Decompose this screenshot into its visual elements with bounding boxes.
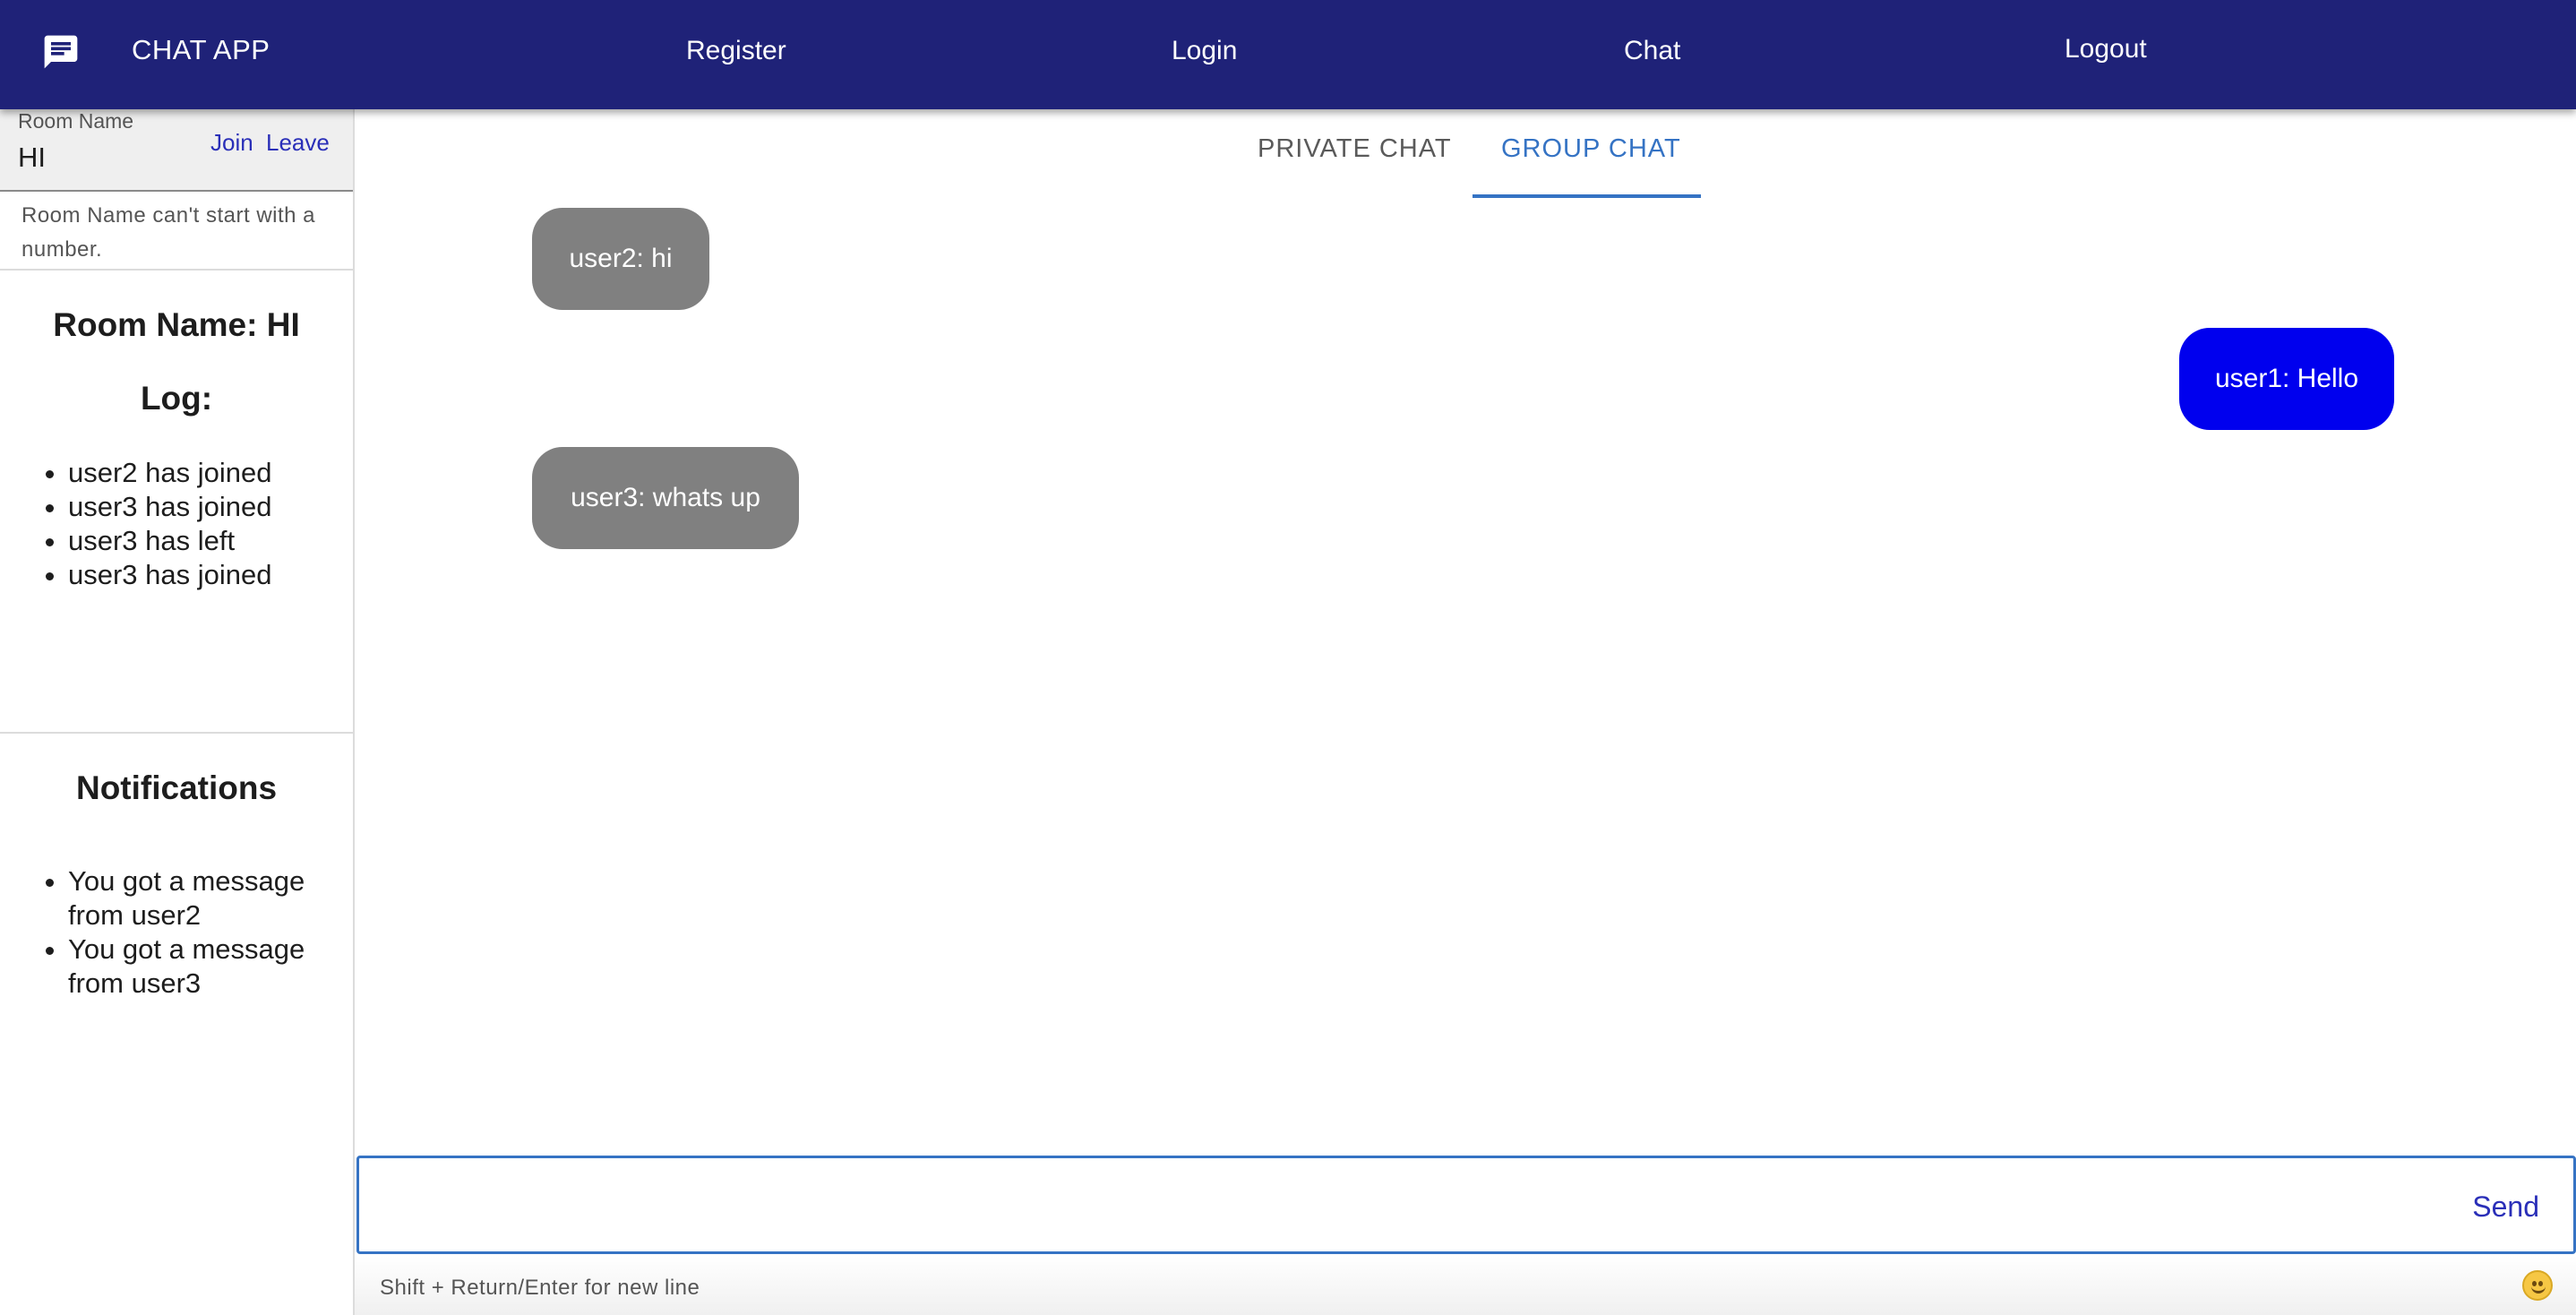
notifications-list: You got a message from user2 You got a m…	[68, 864, 337, 1001]
room-name-input[interactable]: HI	[18, 142, 46, 174]
send-button[interactable]: Send	[2472, 1190, 2539, 1224]
notification-item: You got a message from user2	[68, 864, 337, 933]
tab-private-chat[interactable]: PRIVATE CHAT	[1258, 134, 1452, 164]
nav-login-link[interactable]: Login	[1172, 36, 1237, 66]
smiley-icon[interactable]	[2522, 1270, 2553, 1301]
message-bubble-incoming: user2: hi	[532, 208, 709, 310]
log-heading: Log:	[140, 380, 213, 417]
active-tab-indicator	[1473, 194, 1701, 198]
tab-group-chat[interactable]: GROUP CHAT	[1501, 134, 1681, 164]
nav-register-link[interactable]: Register	[686, 36, 786, 66]
log-item: user3 has joined	[68, 558, 337, 592]
new-line-hint: Shift + Return/Enter for new line	[380, 1276, 700, 1300]
room-name-label: Room Name	[18, 109, 134, 133]
divider	[0, 269, 353, 271]
log-item: user3 has left	[68, 524, 337, 558]
message-bubble-outgoing: user1: Hello	[2179, 328, 2394, 430]
notification-item: You got a message from user3	[68, 933, 337, 1001]
app-bar: CHAT APP Register Login Chat Logout	[0, 0, 2576, 109]
message-bubble-incoming: user3: whats up	[532, 447, 799, 549]
room-name-helper-text: Room Name can't start with a number.	[21, 203, 316, 262]
chat-bubble-icon	[44, 35, 78, 69]
sidebar: Room Name HI Join Leave Room Name can't …	[0, 109, 355, 1315]
app-title: CHAT APP	[132, 34, 270, 65]
join-button[interactable]: Join	[210, 129, 253, 157]
chat-panel: PRIVATE CHAT GROUP CHAT user2: hi user1:…	[355, 109, 2576, 1315]
log-list: user2 has joined user3 has joined user3 …	[68, 456, 337, 592]
nav-chat-link[interactable]: Chat	[1624, 36, 1680, 66]
nav-logout-link[interactable]: Logout	[2065, 34, 2147, 64]
divider	[0, 732, 353, 734]
composer-footer: Shift + Return/Enter for new line	[355, 1256, 2576, 1315]
leave-button[interactable]: Leave	[266, 129, 330, 157]
notifications-heading: Notifications	[75, 769, 278, 806]
room-name-field[interactable]: Room Name HI Join Leave	[0, 109, 353, 192]
log-item: user2 has joined	[68, 456, 337, 490]
log-item: user3 has joined	[68, 490, 337, 524]
room-name-heading: Room Name: HI	[53, 306, 300, 343]
message-input[interactable]: Send	[356, 1156, 2576, 1254]
